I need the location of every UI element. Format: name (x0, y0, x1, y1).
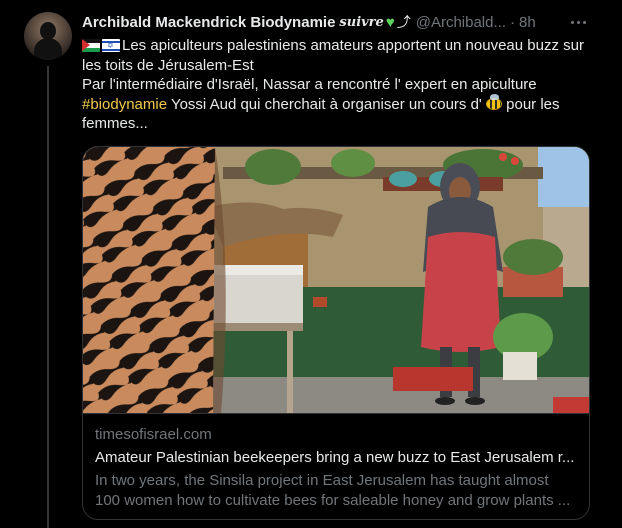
link-card-domain: timesofisrael.com (95, 426, 212, 443)
author-name[interactable]: Archibald Mackendrick Biodynamie (82, 14, 335, 31)
tweet-text-segment: Yossi Aud qui cherchait à organiser un c… (167, 95, 486, 113)
link-card-title[interactable]: Amateur Palestinian beekeepers bring a n… (95, 449, 574, 466)
tweet-text-segment: pour les (501, 95, 560, 113)
link-card-image[interactable] (83, 147, 589, 413)
author-handle[interactable]: @Archibald... (416, 14, 506, 31)
tweet-text-line: les toits de Jérusalem-Est (82, 56, 254, 74)
tweet-text-line: femmes... (82, 115, 148, 133)
tweet[interactable]: Archibald Mackendrick Biodynamie suivre … (0, 0, 622, 528)
green-heart-icon: ♥ (385, 13, 395, 31)
tweet-header: Archibald Mackendrick Biodynamie suivre … (82, 12, 536, 32)
link-card[interactable]: timesofisrael.com Amateur Palestinian be… (82, 146, 590, 520)
link-card-description-line: In two years, the Sinsila project in Eas… (95, 472, 549, 489)
palestine-flag-icon (82, 39, 100, 52)
tweet-text: ✡ Les apiculteurs palestiniens amateurs a… (82, 36, 602, 134)
israel-flag-icon: ✡ (102, 39, 120, 52)
author-name-suffix: suivre (339, 14, 384, 30)
tweet-text-line: ✡ Les apiculteurs palestiniens amateurs a… (82, 36, 602, 56)
link-card-description-line: 100 women how to cultivate bees for sale… (95, 492, 571, 509)
arrow-icon: ⤴ (396, 14, 411, 30)
link-card-meta[interactable]: timesofisrael.com Amateur Palestinian be… (83, 413, 589, 519)
bee-icon (485, 93, 502, 110)
hashtag-link[interactable]: #biodynamie (82, 96, 167, 113)
more-options-icon[interactable] (566, 10, 590, 34)
thread-line (47, 66, 49, 528)
tweet-text-line: Par l'intermédiaire d'Israël, Nassar a r… (82, 76, 537, 94)
tweet-text-segment: Les apiculteurs palestiniens amateurs ap… (122, 37, 584, 54)
tweet-timestamp[interactable]: 8h (519, 14, 536, 31)
tweet-text-line: #biodynamie Yossi Aud qui cherchait à or… (82, 93, 602, 115)
link-card-description: In two years, the Sinsila project in Eas… (95, 471, 579, 511)
separator-dot: · (509, 13, 515, 31)
avatar-silhouette-body (34, 38, 62, 60)
avatar[interactable] (24, 12, 72, 60)
